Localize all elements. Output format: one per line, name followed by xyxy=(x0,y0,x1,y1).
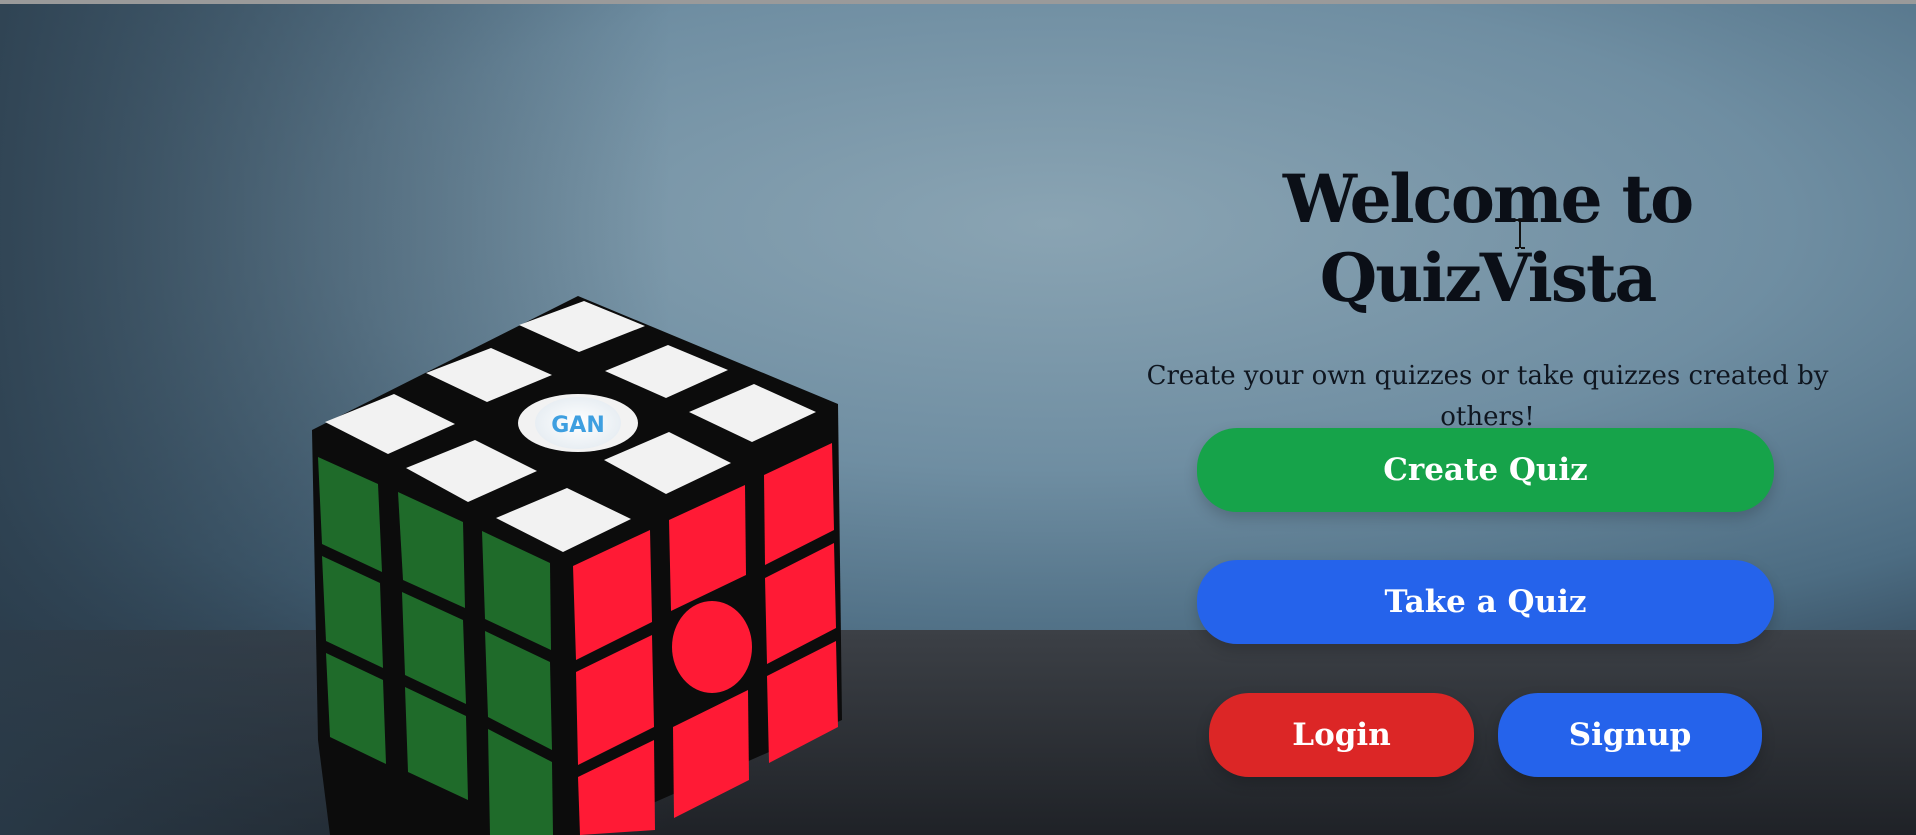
take-quiz-button[interactable]: Take a Quiz xyxy=(1197,560,1774,644)
login-button[interactable]: Login xyxy=(1209,693,1474,777)
page-subtitle: Create your own quizzes or take quizzes … xyxy=(1146,361,1829,433)
create-quiz-button[interactable]: Create Quiz xyxy=(1197,428,1774,512)
signup-button[interactable]: Signup xyxy=(1498,693,1762,777)
page-title: Welcome to QuizVista xyxy=(1282,160,1694,318)
hero-section: Welcome to QuizVista Create your own qui… xyxy=(1120,160,1855,438)
gan-logo: GAN xyxy=(551,413,605,438)
